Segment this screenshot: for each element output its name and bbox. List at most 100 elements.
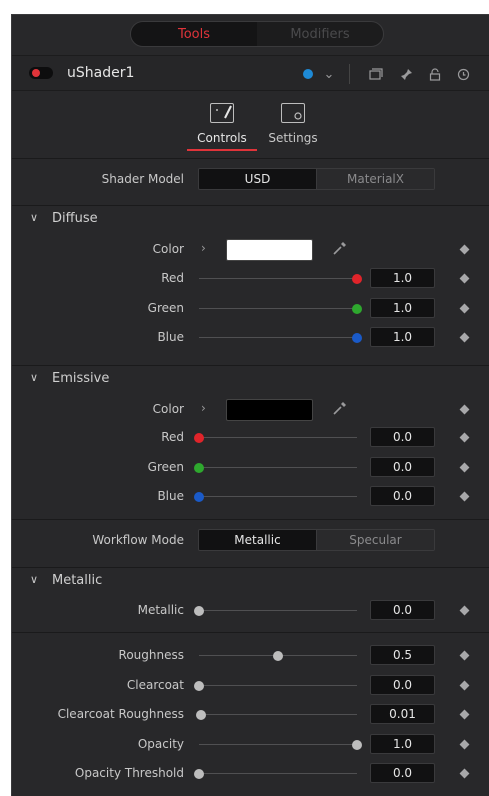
tab-modifiers[interactable]: Modifiers — [257, 22, 383, 46]
param-row: Roughness 0.5 — [12, 641, 489, 670]
tab-tools[interactable]: Tools — [131, 22, 257, 46]
node-enable-toggle[interactable] — [29, 67, 53, 79]
param-label: Opacity — [137, 736, 184, 751]
eyedropper-icon[interactable] — [332, 240, 348, 260]
chevron-down-icon[interactable]: ⌄ — [320, 65, 338, 83]
param-slider[interactable] — [199, 714, 357, 715]
chevron-down-icon: ∨ — [30, 371, 39, 384]
param-value-field[interactable]: 0.5 — [370, 645, 435, 665]
param-value-field[interactable]: 0.0 — [370, 427, 435, 447]
tab-settings[interactable]: Settings — [262, 91, 324, 159]
metallic-value-field[interactable]: 0.0 — [370, 600, 435, 620]
slider-thumb[interactable] — [352, 303, 362, 314]
slider-thumb[interactable] — [352, 333, 362, 343]
slider-thumb[interactable] — [352, 739, 362, 750]
diffuse-color-row: Color › — [12, 235, 489, 264]
metallic-section-header[interactable]: ∨ Metallic — [12, 567, 489, 593]
diffuse-color-swatch[interactable] — [226, 239, 313, 261]
shader-model-usd[interactable]: USD — [199, 169, 316, 189]
param-value-field[interactable]: 1.0 — [370, 733, 435, 754]
active-tab-underline — [187, 149, 257, 151]
keyframe-icon[interactable] — [459, 605, 470, 616]
param-label: Blue — [157, 489, 184, 503]
keyframe-icon[interactable] — [459, 680, 470, 690]
param-value-field[interactable]: 1.0 — [370, 327, 435, 347]
keyframe-icon[interactable] — [459, 273, 470, 284]
keyframe-icon[interactable] — [459, 404, 470, 415]
param-row: Red 0.0 — [12, 423, 489, 452]
keyframe-icon[interactable] — [459, 491, 470, 502]
param-row: Clearcoat 0.0 — [12, 671, 489, 700]
section-divider — [12, 519, 489, 520]
node-header: uShader1 ⌄ — [12, 55, 489, 91]
param-value-field[interactable]: 0.0 — [370, 456, 435, 477]
workflow-specular[interactable]: Specular — [316, 530, 434, 550]
metallic-slider[interactable] — [199, 610, 357, 611]
param-value-field[interactable]: 1.0 — [370, 268, 435, 288]
param-slider[interactable] — [199, 278, 357, 279]
slider-thumb[interactable] — [194, 462, 204, 473]
param-slider[interactable] — [199, 337, 357, 338]
keyframe-icon[interactable] — [459, 768, 470, 779]
tab-settings-label: Settings — [268, 131, 318, 145]
param-slider[interactable] — [199, 437, 357, 438]
param-label: Clearcoat Roughness — [57, 707, 184, 721]
diffuse-color-label: Color — [152, 242, 184, 256]
keyframe-icon[interactable] — [459, 244, 470, 255]
param-row: Green 1.0 — [12, 294, 489, 323]
shader-model-row: Shader Model USD MaterialX — [12, 165, 489, 194]
param-slider[interactable] — [199, 496, 357, 497]
param-value-field[interactable]: 1.0 — [370, 297, 435, 318]
param-value-field[interactable]: 0.0 — [370, 486, 435, 506]
eyedropper-icon[interactable] — [332, 400, 348, 420]
shader-model-materialx[interactable]: MaterialX — [316, 169, 434, 189]
metallic-label: Metallic — [137, 603, 184, 617]
slider-thumb[interactable] — [352, 274, 362, 284]
slider-thumb[interactable] — [194, 769, 204, 779]
param-value-field[interactable]: 0.0 — [370, 674, 435, 695]
lock-icon[interactable] — [426, 65, 444, 83]
param-slider[interactable] — [199, 466, 357, 468]
shader-model-label: Shader Model — [101, 172, 184, 186]
param-value-field[interactable]: 0.01 — [370, 704, 435, 724]
keyframe-icon[interactable] — [459, 650, 470, 661]
slider-thumb[interactable] — [194, 492, 204, 502]
header-divider — [349, 64, 350, 84]
keyframe-icon[interactable] — [459, 432, 470, 443]
workflow-mode-label: Workflow Mode — [92, 533, 184, 547]
emissive-color-swatch[interactable] — [226, 399, 313, 421]
section-divider — [12, 632, 489, 633]
expand-caret-icon[interactable]: › — [201, 241, 206, 255]
versions-icon[interactable] — [367, 65, 385, 83]
page-tabs: Controls Settings — [12, 91, 489, 159]
keyframe-icon[interactable] — [459, 462, 470, 472]
enabled-dot — [32, 69, 40, 77]
slider-thumb[interactable] — [195, 710, 206, 720]
slider-thumb[interactable] — [194, 680, 204, 691]
settings-icon — [281, 103, 305, 123]
metallic-title: Metallic — [52, 573, 103, 588]
param-value-field[interactable]: 0.0 — [370, 763, 435, 783]
reset-icon[interactable] — [454, 65, 472, 83]
expand-caret-icon[interactable]: › — [201, 401, 206, 415]
param-slider[interactable] — [199, 773, 357, 774]
pin-icon[interactable] — [397, 65, 415, 83]
node-color-indicator[interactable] — [303, 69, 313, 79]
slider-thumb[interactable] — [194, 433, 204, 443]
keyframe-icon[interactable] — [459, 739, 470, 749]
keyframe-icon[interactable] — [459, 709, 470, 720]
slider-thumb[interactable] — [273, 651, 283, 661]
param-label: Blue — [157, 330, 184, 344]
workflow-mode-row: Workflow Mode Metallic Specular — [12, 526, 489, 555]
slider-thumb[interactable] — [194, 606, 204, 616]
tab-controls[interactable]: Controls — [187, 91, 257, 159]
param-slider[interactable] — [199, 743, 357, 745]
keyframe-icon[interactable] — [459, 332, 470, 343]
keyframe-icon[interactable] — [459, 303, 470, 313]
param-slider[interactable] — [199, 684, 357, 686]
param-row: Metallic 0.0 — [12, 596, 489, 625]
diffuse-section-header[interactable]: ∨ Diffuse — [12, 205, 489, 231]
emissive-section-header[interactable]: ∨ Emissive — [12, 365, 489, 391]
workflow-metallic[interactable]: Metallic — [199, 530, 316, 550]
param-slider[interactable] — [199, 307, 357, 309]
